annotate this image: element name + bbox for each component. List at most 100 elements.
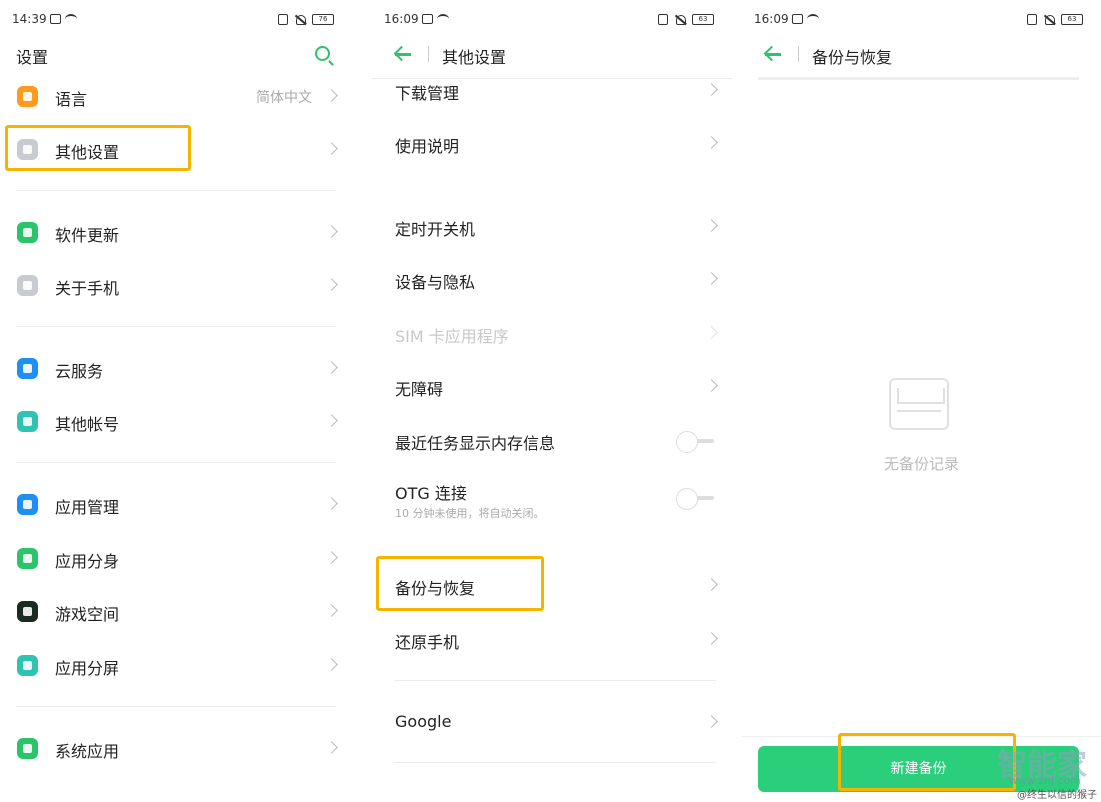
divider — [16, 326, 336, 327]
item-label: 语言 — [55, 90, 88, 109]
settings-item-scheduled-power[interactable]: 定时开关机 — [372, 206, 732, 246]
settings-item-cloud-service[interactable]: 云服务 — [0, 348, 352, 388]
settings-screen: 14:39 76 设置 语言 简体中文 其他设置 软件更新 关于手机 云服务 其… — [0, 0, 352, 802]
chevron-right-icon — [705, 715, 718, 728]
settings-item-split-screen[interactable]: 应用分屏 — [0, 645, 352, 685]
notification-icon — [422, 14, 433, 24]
settings-item-other-accounts[interactable]: 其他帐号 — [0, 401, 352, 441]
chevron-right-icon — [705, 632, 718, 645]
settings-item-software-update[interactable]: 软件更新 — [0, 212, 352, 252]
status-time: 14:39 — [12, 12, 47, 26]
settings-item-recent-tasks-memory: 最近任务显示内存信息 — [372, 420, 732, 460]
highlight-box — [838, 733, 1016, 791]
chevron-right-icon — [705, 272, 718, 285]
status-bar: 14:39 76 — [0, 12, 352, 32]
page-title: 其他设置 — [442, 48, 507, 67]
divider — [394, 680, 716, 681]
item-label: 应用分屏 — [55, 659, 120, 678]
otg-toggle[interactable] — [676, 488, 714, 510]
nfc-icon — [1027, 14, 1037, 25]
header-divider — [758, 77, 1079, 80]
settings-item-language[interactable]: 语言 简体中文 — [0, 76, 352, 116]
search-icon[interactable] — [315, 46, 330, 61]
chevron-right-icon — [325, 414, 338, 427]
settings-item-google[interactable]: Google — [372, 702, 732, 742]
nfc-icon — [278, 14, 288, 25]
settings-item-otg: OTG 连接 10 分钟未使用，将自动关闭。 — [372, 470, 732, 528]
status-time: 16:09 — [384, 12, 419, 26]
settings-item-about-phone[interactable]: 关于手机 — [0, 265, 352, 305]
mute-icon — [1043, 14, 1055, 25]
game-cube-icon — [17, 601, 38, 622]
cloud-icon — [17, 358, 38, 379]
item-label: 无障碍 — [395, 380, 444, 399]
item-label: Google — [395, 712, 452, 731]
system-app-icon — [17, 738, 38, 759]
chevron-right-icon — [325, 361, 338, 374]
settings-item-game-space[interactable]: 游戏空间 — [0, 591, 352, 631]
divider — [16, 462, 336, 463]
divider — [16, 706, 336, 707]
empty-inbox-icon — [889, 378, 949, 430]
battery-icon: 63 — [692, 14, 714, 25]
item-label: 应用管理 — [55, 498, 120, 517]
item-label: 最近任务显示内存信息 — [395, 434, 556, 453]
battery-icon: 76 — [312, 14, 334, 25]
notification-icon — [792, 14, 803, 24]
chevron-right-icon — [705, 379, 718, 392]
item-value: 简体中文 — [256, 90, 312, 106]
item-label: OTG 连接 — [395, 484, 467, 503]
status-bar: 16:09 63 — [372, 12, 732, 32]
memory-info-toggle[interactable] — [676, 431, 714, 453]
divider — [394, 762, 716, 763]
settings-item-app-clone[interactable]: 应用分身 — [0, 538, 352, 578]
item-label: 下载管理 — [395, 84, 460, 103]
item-label: 设备与隐私 — [395, 273, 476, 292]
chevron-right-icon — [705, 326, 718, 339]
highlight-box — [5, 125, 191, 171]
back-arrow-icon[interactable] — [764, 46, 784, 62]
item-sublabel: 10 分钟未使用，将自动关闭。 — [395, 507, 545, 520]
chevron-right-icon — [325, 551, 338, 564]
status-time: 16:09 — [754, 12, 789, 26]
back-arrow-icon[interactable] — [394, 46, 414, 62]
chevron-right-icon — [705, 136, 718, 149]
settings-item-device-privacy[interactable]: 设备与隐私 — [372, 259, 732, 299]
chevron-right-icon — [325, 89, 338, 102]
settings-item-reset-phone[interactable]: 还原手机 — [372, 619, 732, 659]
chevron-right-icon — [325, 278, 338, 291]
chevron-right-icon — [325, 741, 338, 754]
chevron-right-icon — [325, 604, 338, 617]
page-title: 备份与恢复 — [812, 48, 893, 67]
user-icon — [17, 411, 38, 432]
wifi-icon — [807, 14, 819, 24]
chevron-right-icon — [325, 142, 338, 155]
item-label: 定时开关机 — [395, 220, 476, 239]
settings-item-user-guide[interactable]: 使用说明 — [372, 123, 732, 163]
item-label: 云服务 — [55, 362, 104, 381]
battery-icon: 63 — [1061, 14, 1083, 25]
status-bar: 16:09 63 — [742, 12, 1101, 32]
chevron-right-icon — [325, 225, 338, 238]
watermark-credit: @终生以信的猴子 — [1017, 790, 1097, 801]
settings-item-download-manager[interactable]: 下载管理 — [372, 70, 732, 110]
mute-icon — [674, 14, 686, 25]
item-label: 还原手机 — [395, 633, 460, 652]
backup-restore-screen: 16:09 63 备份与恢复 无备份记录 新建备份 — [742, 0, 1101, 802]
language-icon — [17, 86, 38, 107]
settings-item-accessibility[interactable]: 无障碍 — [372, 366, 732, 406]
item-label: SIM 卡应用程序 — [395, 327, 509, 346]
item-label: 系统应用 — [55, 742, 120, 761]
update-icon — [17, 222, 38, 243]
chevron-right-icon — [325, 658, 338, 671]
notification-icon — [50, 14, 61, 24]
settings-item-system-apps[interactable]: 系统应用 — [0, 728, 352, 768]
info-icon — [17, 275, 38, 296]
wifi-icon — [437, 14, 449, 24]
nfc-icon — [658, 14, 668, 25]
apps-grid-icon — [17, 494, 38, 515]
item-label: 关于手机 — [55, 279, 120, 298]
settings-item-app-management[interactable]: 应用管理 — [0, 484, 352, 524]
chevron-right-icon — [705, 219, 718, 232]
title-separator — [428, 46, 429, 62]
